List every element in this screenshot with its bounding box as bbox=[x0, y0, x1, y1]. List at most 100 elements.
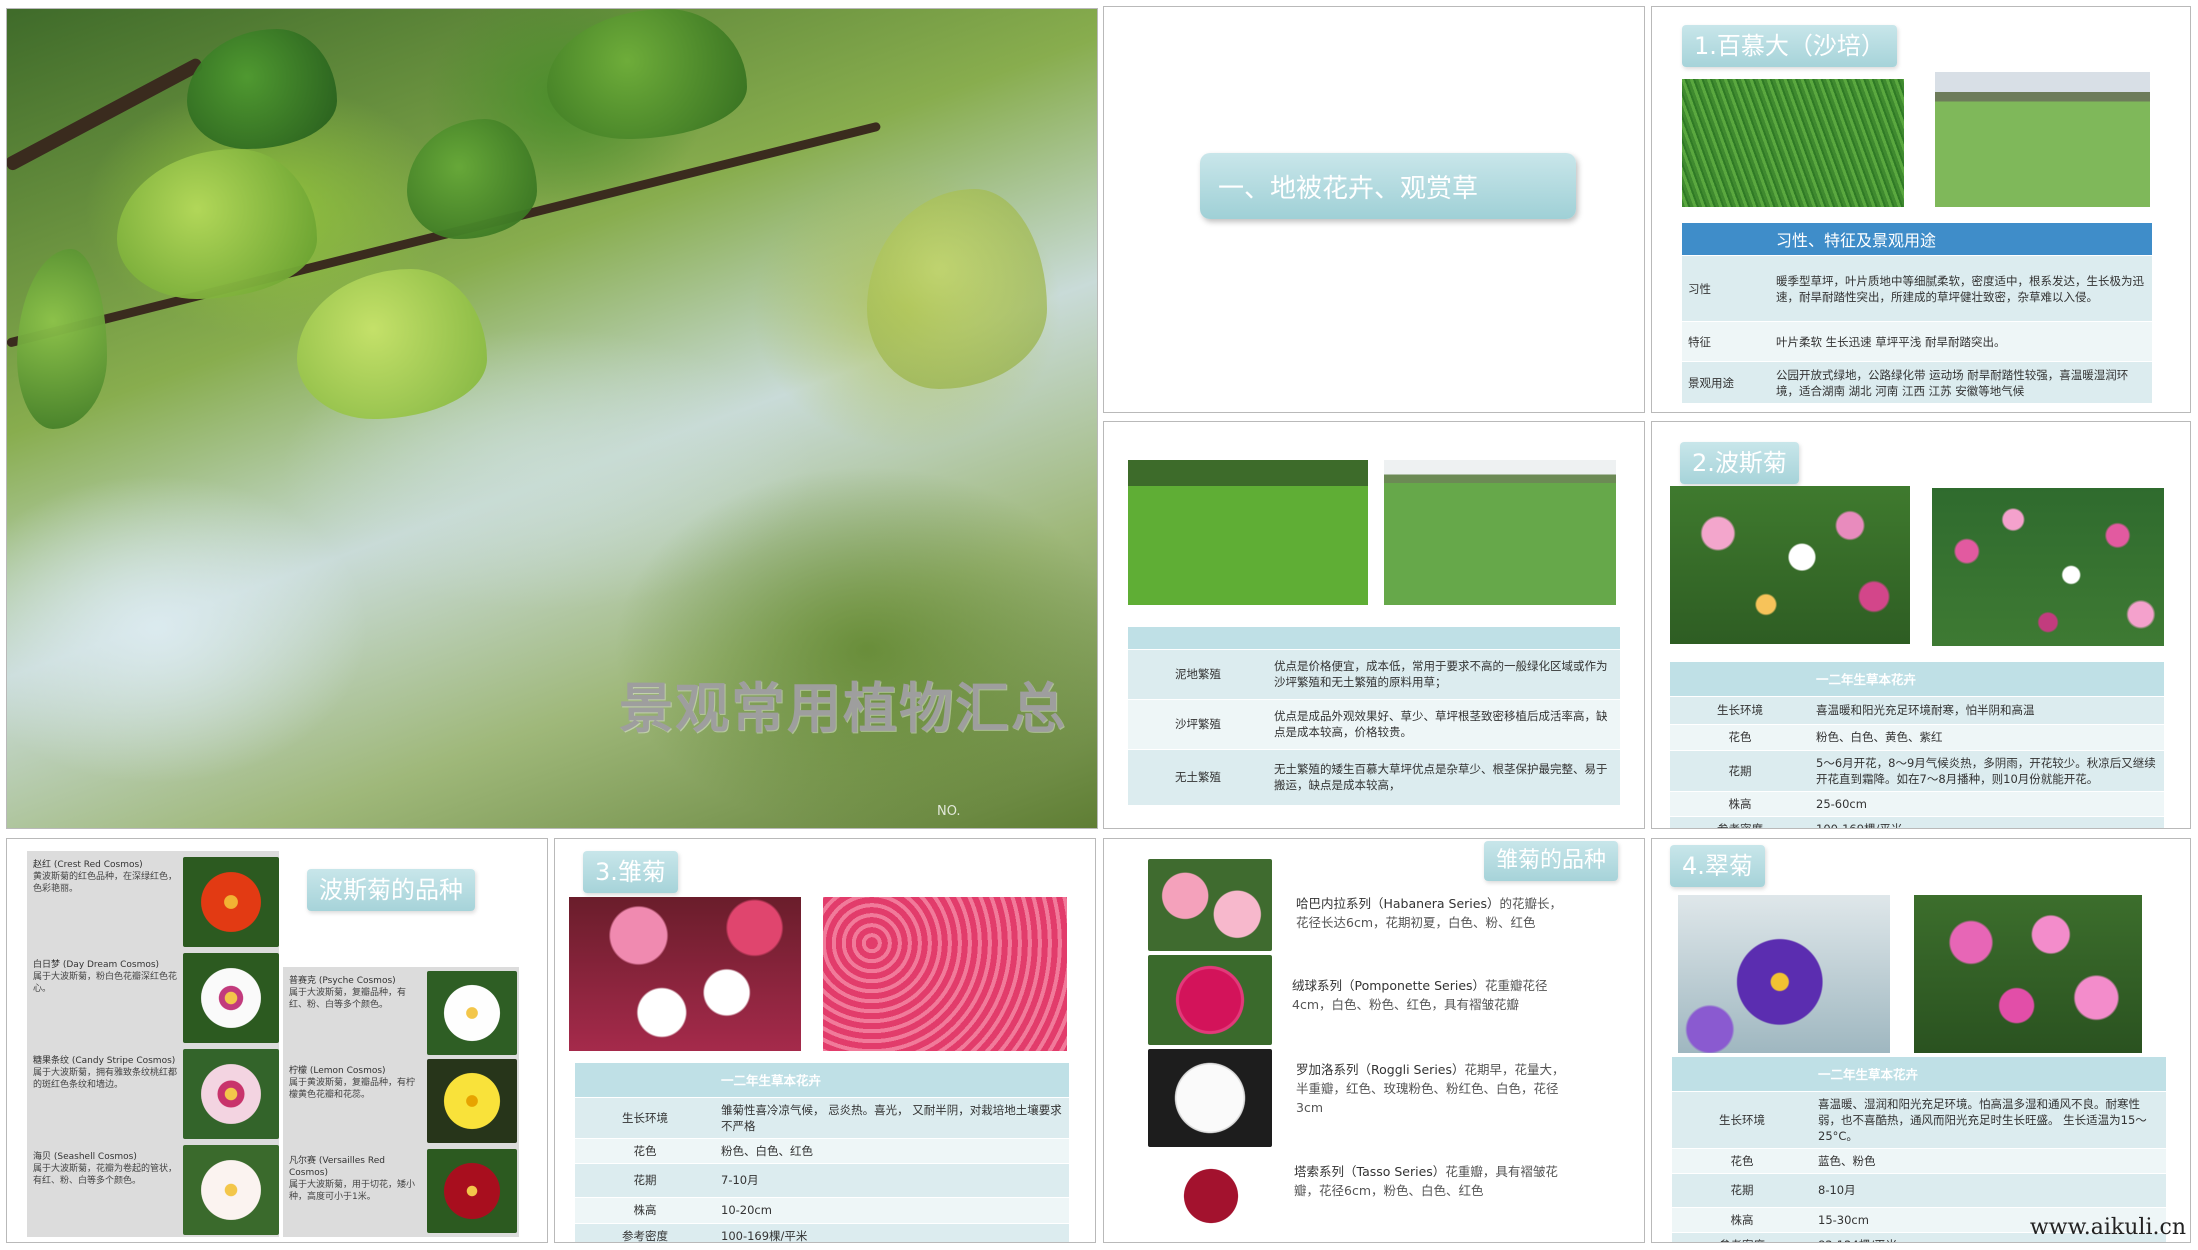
table-value: 雏菊性喜冷凉气候， 忌炎热。喜光， 又耐半阴，对栽培地土壤要求不严格 bbox=[715, 1097, 1069, 1139]
table-header: 习性、特征及景观用途 bbox=[1770, 223, 2152, 256]
daisy-slide[interactable]: 3.雏菊 一二年生草本花卉 生长环境 雏菊性喜冷凉气候， 忌炎热。喜光， 又耐半阴… bbox=[554, 838, 1096, 1243]
variety-item: 罗加洛系列（Roggli Series）花期早，花量大，半重瓣，红色、玫瑰粉色、… bbox=[1296, 1061, 1566, 1117]
table-key: 株高 bbox=[1670, 791, 1810, 817]
table-key: 花期 bbox=[1672, 1173, 1812, 1208]
grass-closeup-photo bbox=[1682, 79, 1904, 207]
slide-title: 雏菊的品种 bbox=[1484, 841, 1619, 881]
table-key: 参考密度 bbox=[1670, 816, 1810, 828]
pomponette-daisy-photo bbox=[1148, 955, 1272, 1045]
variety-desc: 属于大波斯菊，拥有雅致条纹桃红都的斑红色条纹和墙边。 bbox=[33, 1068, 178, 1091]
aster-closeup-photo bbox=[1678, 895, 1890, 1053]
seashell-cosmos-photo bbox=[183, 1145, 279, 1235]
table-value: 粉色、白色、红色 bbox=[715, 1138, 1069, 1164]
section-slide[interactable]: 一、地被花卉、观赏草 bbox=[1103, 6, 1645, 413]
table-key: 泥地繁殖 bbox=[1128, 649, 1268, 700]
table-key: 生长环境 bbox=[575, 1097, 715, 1139]
daisy-varieties-slide[interactable]: 雏菊的品种 哈巴内拉系列（Habanera Series）的花瓣长，花径长达6c… bbox=[1103, 838, 1645, 1243]
bermuda-slide[interactable]: 1.百慕大（沙培） 习性、特征及景观用途 习性 暖季型草坪，叶片质地中等细腻柔软，… bbox=[1651, 6, 2191, 413]
aster-field-photo bbox=[1914, 895, 2142, 1053]
table-value: 10-20cm bbox=[715, 1197, 1069, 1224]
table-key: 习性 bbox=[1682, 255, 1770, 322]
slide-title: 波斯菊的品种 bbox=[307, 869, 475, 911]
table-value: 公园开放式绿地，公路绿化带 运动场 耐旱耐踏性较强，喜温暖湿润环境，适合湖南 湖… bbox=[1770, 361, 2152, 404]
table-value: 无土繁殖的矮生百慕大草坪优点是杂草少、根茎保护最完整、易于搬运，缺点是成本较高， bbox=[1268, 749, 1620, 806]
slide-title: 2.波斯菊 bbox=[1680, 442, 1799, 484]
table-key: 花期 bbox=[1670, 750, 1810, 792]
lawn-photo bbox=[1128, 460, 1368, 605]
lawn-field-photo bbox=[1935, 72, 2150, 207]
propagation-slide[interactable]: 泥地繁殖 优点是价格便宜，成本低，常用于要求不高的一般绿化区域或作为沙坪繁殖和无土… bbox=[1103, 421, 1645, 829]
table-value: 8-10月 bbox=[1812, 1173, 2166, 1208]
table-key: 花色 bbox=[575, 1138, 715, 1164]
cover-slide[interactable]: 景观常用植物汇总 NO. bbox=[6, 8, 1098, 829]
slide-title: 4.翠菊 bbox=[1670, 845, 1765, 887]
variety-item: 海贝 (Seashell Cosmos) 属于大波斯菊，花瓣为卷起的管状，有红、粉… bbox=[33, 1151, 183, 1187]
variety-item: 凡尔赛 (Versailles Red Cosmos) 属于大波斯菊，用于切花，矮… bbox=[289, 1155, 419, 1204]
table-key: 沙坪繁殖 bbox=[1128, 699, 1268, 750]
variety-item: 塔索系列（Tasso Series）花重瓣，具有褶皱花瓣，花径6cm，粉色、白色… bbox=[1294, 1163, 1564, 1201]
table-key: 生长环境 bbox=[1670, 696, 1810, 725]
table-value: 叶片柔软 生长迅速 草坪平浅 耐旱耐踏突出。 bbox=[1770, 321, 2152, 362]
table-key: 参考密度 bbox=[1672, 1232, 1812, 1242]
variety-desc: 黄波斯菊的红色品种，在深绿红色，色彩艳丽。 bbox=[33, 872, 178, 895]
variety-desc: 属于黄波斯菊，复瓣品种，有柠檬黄色花瓣和花蕊。 bbox=[289, 1078, 416, 1101]
table-value: 100-169棵/平米 bbox=[1810, 816, 2164, 828]
variety-name: 柠檬 (Lemon Cosmos) bbox=[289, 1066, 386, 1076]
variety-item: 普赛克 (Psyche Cosmos) 属于大波斯菊，复瓣品种，有红、粉、白等多个… bbox=[289, 975, 419, 1011]
table-value: 喜温暖和阳光充足环境耐寒，怕半阴和高温 bbox=[1810, 696, 2164, 725]
variety-name: 普赛克 (Psyche Cosmos) bbox=[289, 976, 396, 986]
variety-item: 柠檬 (Lemon Cosmos) 属于黄波斯菊，复瓣品种，有柠檬黄色花瓣和花蕊。 bbox=[289, 1065, 419, 1101]
table-value: 喜温暖、湿润和阳光充足环境。怕高温多湿和通风不良。耐寒性弱，也不喜酷热，通风而阳… bbox=[1812, 1091, 2166, 1149]
variety-name: 塔索系列（Tasso Series） bbox=[1294, 1164, 1446, 1179]
variety-desc: 属于大波斯菊，复瓣品种，有红、粉、白等多个颜色。 bbox=[289, 988, 407, 1011]
candy-stripe-cosmos-photo bbox=[183, 1049, 279, 1139]
cosmos-slide[interactable]: 2.波斯菊 一二年生草本花卉 生长环境 喜温暖和阳光充足环境耐寒，怕半阴和高温 花… bbox=[1651, 421, 2191, 829]
variety-name: 赵红 (Crest Red Cosmos) bbox=[33, 860, 143, 870]
table-value: 100-169棵/平米 bbox=[715, 1223, 1069, 1242]
cover-footer: NO. bbox=[937, 804, 961, 819]
table-value: 25-60cm bbox=[1810, 791, 2164, 817]
cover-title: 景观常用植物汇总 bbox=[619, 677, 1067, 740]
table-key: 花期 bbox=[575, 1163, 715, 1198]
table-value: 粉色、白色、黄色、紫红 bbox=[1810, 724, 2164, 751]
variety-item: 哈巴内拉系列（Habanera Series）的花瓣长，花径长达6cm，花期初夏… bbox=[1296, 895, 1566, 933]
tasso-daisy-photo bbox=[1164, 1153, 1258, 1239]
variety-name: 绒球系列（Pomponette Series） bbox=[1292, 978, 1486, 993]
versailles-red-cosmos-photo bbox=[427, 1149, 517, 1233]
variety-name: 海贝 (Seashell Cosmos) bbox=[33, 1152, 137, 1162]
propagation-table: 泥地繁殖 优点是价格便宜，成本低，常用于要求不高的一般绿化区域或作为沙坪繁殖和无土… bbox=[1128, 627, 1620, 806]
variety-name: 白日梦 (Day Dream Cosmos) bbox=[33, 960, 160, 970]
table-key: 景观用途 bbox=[1682, 361, 1770, 404]
table-value: 5～6月开花，8～9月气候炎热，多阴雨，开花较少。秋凉后又继续开花直到霜降。如在… bbox=[1810, 750, 2164, 792]
daisy-closeup-photo bbox=[569, 897, 801, 1051]
section-title: 一、地被花卉、观赏草 bbox=[1200, 153, 1576, 219]
table-key: 株高 bbox=[575, 1197, 715, 1224]
slide-title: 1.百慕大（沙培） bbox=[1682, 25, 1897, 67]
table-value: 7-10月 bbox=[715, 1163, 1069, 1198]
variety-item: 绒球系列（Pomponette Series）花重瓣花径4cm，白色、粉色、红色… bbox=[1292, 977, 1562, 1015]
table-header: 一二年生草本花卉 bbox=[1810, 662, 2164, 697]
variety-name: 糖果条纹 (Candy Stripe Cosmos) bbox=[33, 1056, 176, 1066]
variety-item: 白日梦 (Day Dream Cosmos) 属于大波斯菊，粉白色花瓣深红色花心。 bbox=[33, 959, 183, 995]
bermuda-table: 习性、特征及景观用途 习性 暖季型草坪，叶片质地中等细腻柔软，密度适中，根系发达，… bbox=[1682, 223, 2152, 404]
psyche-cosmos-photo bbox=[427, 971, 517, 1055]
habanera-daisy-photo bbox=[1148, 859, 1272, 951]
variety-name: 凡尔赛 (Versailles Red Cosmos) bbox=[289, 1156, 385, 1179]
variety-desc: 属于大波斯菊，花瓣为卷起的管状，有红、粉、白等多个颜色。 bbox=[33, 1164, 178, 1187]
day-dream-cosmos-photo bbox=[183, 953, 279, 1043]
table-key: 花色 bbox=[1672, 1148, 1812, 1174]
variety-name: 哈巴内拉系列（Habanera Series） bbox=[1296, 896, 1500, 911]
aster-slide[interactable]: 4.翠菊 一二年生草本花卉 生长环境 喜温暖、湿润和阳光充足环境。怕高温多湿和通风… bbox=[1651, 838, 2191, 1243]
lemon-cosmos-photo bbox=[427, 1059, 517, 1143]
variety-desc: 属于大波斯菊，粉白色花瓣深红色花心。 bbox=[33, 972, 178, 995]
variety-item: 糖果条纹 (Candy Stripe Cosmos) 属于大波斯菊，拥有雅致条纹桃… bbox=[33, 1055, 183, 1091]
table-key: 特征 bbox=[1682, 321, 1770, 362]
cosmos-varieties-slide[interactable]: 波斯菊的品种 赵红 (Crest Red Cosmos) 黄波斯菊的红色品种，在深… bbox=[6, 838, 548, 1243]
slide-title: 3.雏菊 bbox=[583, 851, 678, 893]
daisy-bed-photo bbox=[823, 897, 1067, 1051]
table-value: 优点是价格便宜，成本低，常用于要求不高的一般绿化区域或作为沙坪繁殖和无土繁殖的原… bbox=[1268, 649, 1620, 700]
cosmos-field-photo bbox=[1932, 488, 2164, 646]
table-header: 一二年生草本花卉 bbox=[1812, 1057, 2166, 1092]
table-key: 花色 bbox=[1670, 724, 1810, 751]
site-watermark: www.aikuli.cn bbox=[2029, 1215, 2186, 1240]
